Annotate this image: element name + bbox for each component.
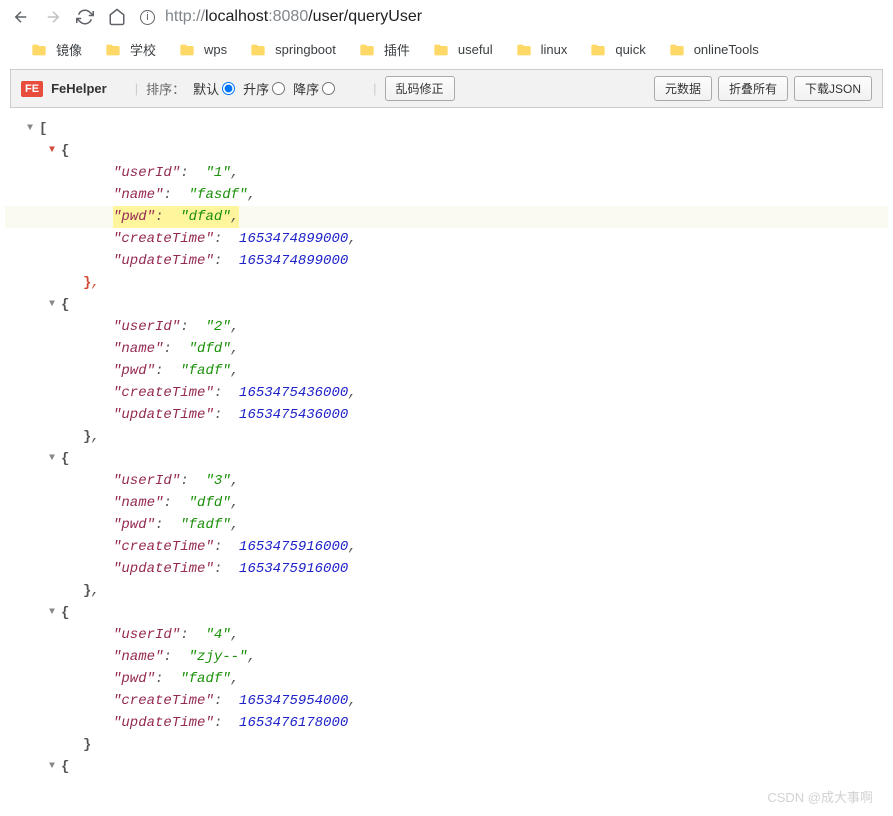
json-line: "pwd": "dfad", bbox=[5, 206, 888, 228]
json-line: ▼{ bbox=[5, 756, 888, 778]
bookmark-item[interactable]: onlineTools bbox=[668, 42, 759, 58]
json-line: "updateTime": 1653476178000 bbox=[5, 712, 888, 734]
sort-desc-radio[interactable]: 降序 bbox=[293, 79, 335, 98]
sort-label: 排序： bbox=[146, 79, 185, 98]
toggle-icon[interactable]: ▼ bbox=[45, 760, 59, 774]
json-line: "name": "zjy--", bbox=[5, 646, 888, 668]
toggle-icon[interactable]: ▼ bbox=[45, 452, 59, 466]
sort-default-radio[interactable]: 默认 bbox=[193, 79, 235, 98]
json-line: "name": "dfd", bbox=[5, 492, 888, 514]
toggle-icon[interactable]: ▼ bbox=[45, 298, 59, 312]
bookmark-item[interactable]: quick bbox=[589, 42, 645, 58]
back-icon[interactable] bbox=[12, 8, 30, 26]
json-line: "createTime": 1653475436000, bbox=[5, 382, 888, 404]
watermark: CSDN @成大事啊 bbox=[767, 787, 873, 806]
bookmark-item[interactable]: useful bbox=[432, 42, 493, 58]
fehelper-logo: FE bbox=[21, 81, 43, 97]
fehelper-toolbar: FE FeHelper | 排序： 默认 升序 降序 | 乱码修正 元数据 折叠… bbox=[10, 69, 883, 108]
json-line: "pwd": "fadf", bbox=[5, 668, 888, 690]
json-line: ▼{ bbox=[5, 294, 888, 316]
home-icon[interactable] bbox=[108, 8, 126, 26]
reload-icon[interactable] bbox=[76, 8, 94, 26]
json-line: "userId": "4", bbox=[5, 624, 888, 646]
bookmark-item[interactable]: linux bbox=[515, 42, 568, 58]
fehelper-title: FeHelper bbox=[51, 81, 107, 96]
json-line: "name": "dfd", bbox=[5, 338, 888, 360]
toggle-icon[interactable]: ▼ bbox=[45, 144, 59, 158]
bookmark-item[interactable]: 学校 bbox=[104, 40, 156, 59]
json-line: ▼{ bbox=[5, 602, 888, 624]
download-json-button[interactable]: 下载JSON bbox=[794, 76, 872, 101]
json-line: }, bbox=[5, 272, 888, 294]
json-line: }, bbox=[5, 426, 888, 448]
json-line: ▼[ bbox=[5, 118, 888, 140]
bookmarks-bar: 镜像 学校 wps springboot 插件 useful linux quick onlin… bbox=[0, 34, 893, 69]
json-line: "pwd": "fadf", bbox=[5, 360, 888, 382]
json-line: "userId": "2", bbox=[5, 316, 888, 338]
forward-icon bbox=[44, 8, 62, 26]
json-viewer: ▼[▼{"userId": "1","name": "fasdf","pwd":… bbox=[0, 108, 893, 788]
json-line: "updateTime": 1653475436000 bbox=[5, 404, 888, 426]
json-line: "createTime": 1653475954000, bbox=[5, 690, 888, 712]
bookmark-item[interactable]: 插件 bbox=[358, 40, 410, 59]
bookmark-item[interactable]: springboot bbox=[249, 42, 336, 58]
fix-encoding-button[interactable]: 乱码修正 bbox=[385, 76, 455, 101]
bookmark-item[interactable]: wps bbox=[178, 42, 227, 58]
json-line: "name": "fasdf", bbox=[5, 184, 888, 206]
bookmark-item[interactable]: 镜像 bbox=[30, 40, 82, 59]
json-line: "userId": "3", bbox=[5, 470, 888, 492]
json-line: "pwd": "fadf", bbox=[5, 514, 888, 536]
json-line: "userId": "1", bbox=[5, 162, 888, 184]
toggle-icon[interactable]: ▼ bbox=[23, 122, 37, 136]
json-line: } bbox=[5, 734, 888, 756]
collapse-all-button[interactable]: 折叠所有 bbox=[718, 76, 788, 101]
raw-data-button[interactable]: 元数据 bbox=[654, 76, 712, 101]
json-line: }, bbox=[5, 580, 888, 602]
json-line: "createTime": 1653475916000, bbox=[5, 536, 888, 558]
toggle-icon[interactable]: ▼ bbox=[45, 606, 59, 620]
json-line: ▼{ bbox=[5, 448, 888, 470]
json-line: ▼{ bbox=[5, 140, 888, 162]
site-info-icon[interactable]: i bbox=[140, 10, 155, 25]
json-line: "updateTime": 1653475916000 bbox=[5, 558, 888, 580]
json-line: "updateTime": 1653474899000 bbox=[5, 250, 888, 272]
json-line: "createTime": 1653474899000, bbox=[5, 228, 888, 250]
sort-asc-radio[interactable]: 升序 bbox=[243, 79, 285, 98]
url-bar[interactable]: http://localhost:8080/user/queryUser bbox=[165, 8, 422, 26]
